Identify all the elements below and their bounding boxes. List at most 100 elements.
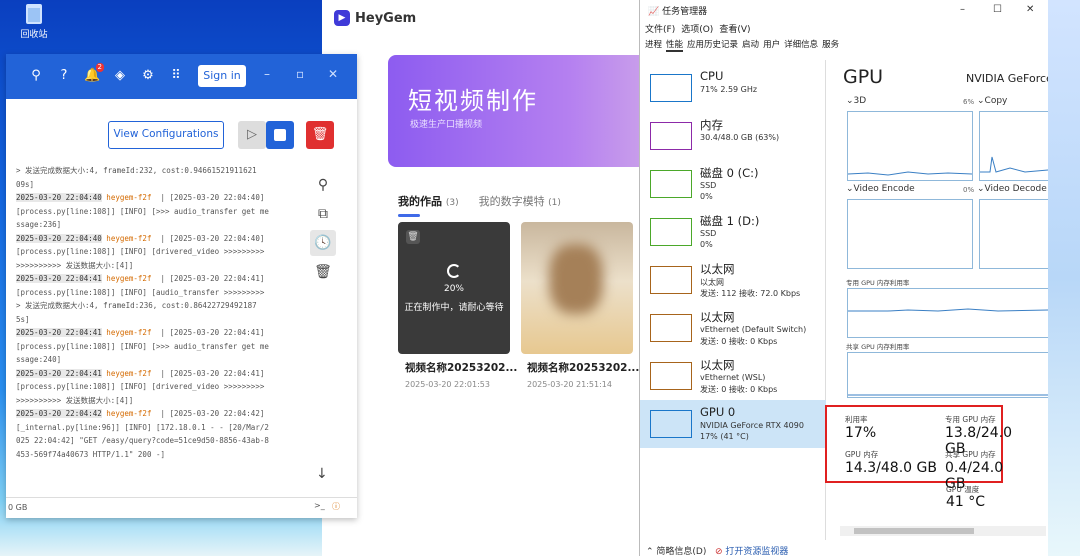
tab-my-models[interactable]: 我的数字模特 (1): [479, 193, 561, 209]
engine-video-encode-pct: 0%: [963, 186, 975, 194]
tab-my-works-count: (3): [445, 198, 459, 208]
perf-item-detail: SSD: [700, 229, 717, 238]
scrollbar-thumb[interactable]: [854, 528, 974, 534]
graph-video-decode: [979, 199, 1049, 269]
engine-copy-label[interactable]: ⌄Copy: [977, 96, 1007, 106]
video-card-processing[interactable]: 🗑 20% 正在制作中，请耐心等待: [398, 222, 510, 354]
warning-icon[interactable]: ⓘ: [332, 501, 340, 512]
perf-item[interactable]: 以太网 vEthernet (WSL) 发送: 0 接收: 0 Kbps: [640, 352, 826, 400]
log-line: >>>>>>>>>> 发送数据大小:[4]]: [16, 260, 134, 270]
tab-my-works[interactable]: 我的作品 (3): [398, 193, 459, 217]
log-timestamp: 2025-03-20 22:04:42: [16, 409, 102, 418]
minimize-button[interactable]: –: [264, 67, 270, 81]
delete-icon[interactable]: 🗑: [406, 230, 420, 244]
log-timestamp: 2025-03-20 22:04:41: [16, 274, 102, 283]
log-text: | [2025-03-20 22:04:40]: [151, 193, 265, 202]
log-line: > 发送完成数据大小:4, frameId:232, cost:0.946615…: [16, 166, 257, 175]
tab-services[interactable]: 服务: [822, 38, 839, 52]
tab-my-works-label: 我的作品: [398, 195, 442, 208]
log-source: heygem-f2f: [101, 328, 152, 337]
task-manager-footer: ⌃ 简略信息(D) ⊘ 打开资源监视器: [646, 544, 788, 556]
tab-performance[interactable]: 性能: [666, 38, 684, 52]
menu-view[interactable]: 查看(V): [719, 22, 750, 35]
bell-icon[interactable]: 🔔 2: [84, 63, 104, 84]
perf-item[interactable]: 磁盘 1 (D:) SSD 0%: [640, 208, 826, 256]
perf-item[interactable]: CPU 71% 2.59 GHz: [640, 64, 826, 112]
tab-processes[interactable]: 进程: [645, 38, 662, 52]
view-configurations-button[interactable]: View Configurations: [108, 121, 224, 149]
minimize-button[interactable]: –: [960, 4, 965, 15]
play-button[interactable]: ▷: [238, 121, 266, 149]
copy-icon[interactable]: ⧉: [310, 201, 336, 227]
dedicated-memory-label: 专用 GPU 内存: [945, 415, 996, 424]
processing-message: 正在制作中，请耐心等待: [404, 303, 504, 313]
perf-item-name: 内存: [700, 118, 723, 132]
layers-icon[interactable]: ◈: [112, 68, 128, 84]
perf-item-detail: 发送: 112 接收: 72.0 Kbps: [700, 289, 801, 298]
perf-thumbnail-graph: [650, 122, 692, 150]
tab-startup[interactable]: 启动: [742, 38, 759, 52]
short-video-banner[interactable]: 短视频制作 极速生产口播视频: [388, 55, 648, 167]
perf-item[interactable]: GPU 0 NVIDIA GeForce RTX 4090 17% (41 °C): [640, 400, 826, 448]
performance-list: CPU 71% 2.59 GHz 内存 30.4/48.0 GB (63%) 磁盘 0 …: [640, 60, 826, 540]
engine-video-encode-label[interactable]: ⌄Video Encode: [846, 184, 915, 194]
video-name: 视频名称20253202...: [405, 362, 517, 374]
help-icon[interactable]: ?: [56, 68, 72, 84]
clear-trash-icon[interactable]: 🗑: [310, 259, 336, 285]
log-line: [_internal.py[line:96]] [INFO] [172.18.0…: [16, 422, 269, 432]
tab-users[interactable]: 用户: [763, 38, 780, 52]
search-icon[interactable]: ⚲: [28, 68, 44, 84]
shared-memory-label: 共享 GPU 内存: [945, 450, 996, 459]
perf-item[interactable]: 内存 30.4/48.0 GB (63%): [640, 112, 826, 160]
log-output[interactable]: > 发送完成数据大小:4, frameId:232, cost:0.946615…: [16, 164, 308, 499]
horizontal-scrollbar[interactable]: [840, 526, 1046, 536]
perf-item[interactable]: 磁盘 0 (C:) SSD 0%: [640, 160, 826, 208]
tab-details[interactable]: 详细信息: [784, 38, 818, 52]
menu-file[interactable]: 文件(F): [645, 22, 675, 35]
engine-3d-label[interactable]: ⌄3D: [846, 96, 866, 106]
tab-app-history[interactable]: 应用历史记录: [687, 38, 738, 52]
recycle-bin-icon[interactable]: 回收站: [14, 4, 54, 40]
gpu-memory-value: 14.3/48.0 GB: [845, 460, 937, 476]
heygem-app-window: ▶ HeyGem 短视频制作 极速生产口播视频 我的作品 (3) 我的数字模特 (…: [322, 0, 654, 556]
engine-video-decode-label[interactable]: ⌄Video Decode: [977, 184, 1047, 194]
log-timestamp: 2025-03-20 22:04:40: [16, 233, 102, 243]
perf-item-name: GPU 0: [700, 405, 736, 419]
maximize-button[interactable]: ▫: [296, 67, 304, 81]
perf-item-detail: 71% 2.59 GHz: [700, 85, 758, 94]
utilization-label: 利用率: [845, 415, 868, 424]
log-window-toolbar: ⚲ ? 🔔 2 ◈ ⚙ ⠿ Sign in – ▫ ✕: [6, 54, 357, 99]
perf-item-detail: 0%: [700, 240, 713, 249]
log-source: heygem-f2f: [101, 193, 152, 202]
fewer-details-link[interactable]: ⌃ 简略信息(D): [646, 547, 706, 556]
close-button[interactable]: ✕: [1026, 4, 1034, 15]
graph-copy: [979, 111, 1049, 181]
desktop-background-window: [1048, 0, 1080, 556]
video-name: 视频名称20253202...: [527, 362, 639, 374]
resource-monitor-icon: ⊘: [714, 547, 723, 556]
maximize-button[interactable]: ☐: [993, 4, 1002, 15]
delete-button[interactable]: 🗑: [306, 121, 334, 149]
apps-grid-icon[interactable]: ⠿: [168, 68, 184, 84]
log-search-icon[interactable]: ⚲: [310, 172, 336, 198]
perf-item[interactable]: 以太网 vEthernet (Default Switch) 发送: 0 接收: 0…: [640, 304, 826, 352]
scroll-down-arrow-icon[interactable]: ↓: [316, 466, 328, 482]
open-resource-monitor-link[interactable]: ⊘ 打开资源监视器: [715, 547, 788, 556]
history-clock-icon[interactable]: 🕓: [310, 230, 336, 256]
log-line: 025 22:04:42] "GET /easy/query?code=51ce…: [16, 436, 269, 445]
sign-in-button[interactable]: Sign in: [198, 65, 246, 87]
log-line: [process.py[line:108]] [INFO] [drivered_…: [16, 382, 265, 391]
menu-options[interactable]: 选项(O): [681, 22, 713, 35]
terminal-icon[interactable]: >_: [314, 501, 325, 510]
perf-item-name: 以太网: [700, 358, 735, 372]
perf-item-detail: 发送: 0 接收: 0 Kbps: [700, 385, 778, 394]
perf-thumbnail-graph: [650, 410, 692, 438]
stop-button[interactable]: [266, 121, 294, 149]
gear-icon[interactable]: ⚙: [140, 68, 156, 84]
log-source: heygem-f2f: [101, 368, 152, 378]
perf-item[interactable]: 以太网 以太网 发送: 112 接收: 72.0 Kbps: [640, 256, 826, 304]
task-manager-window: 📈 任务管理器 – ☐ ✕ 文件(F) 选项(O) 查看(V) 进程 性能 应用…: [639, 0, 1080, 556]
graph-video-encode: [847, 199, 973, 269]
video-card-thumbnail[interactable]: [521, 222, 633, 354]
close-button[interactable]: ✕: [328, 67, 338, 81]
